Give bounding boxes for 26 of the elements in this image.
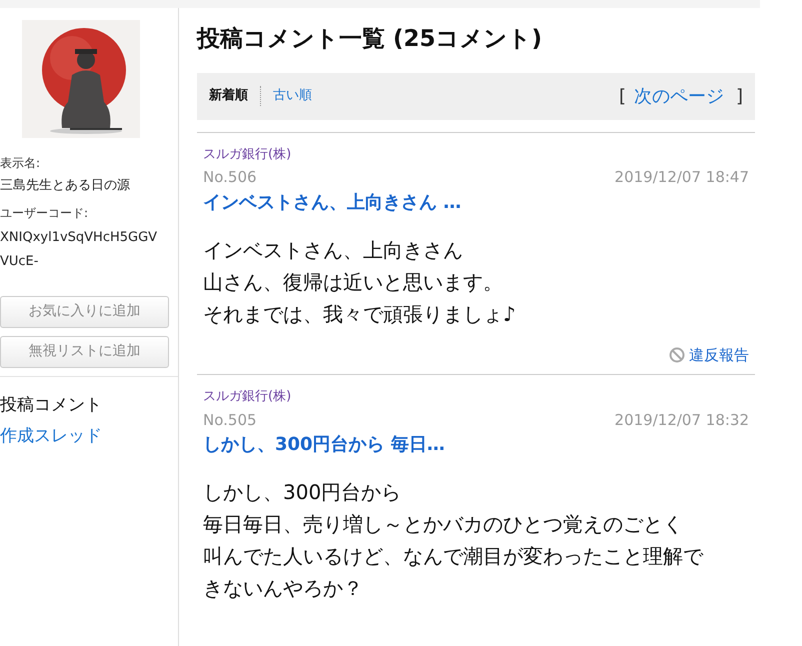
comment-date: 2019/12/07 18:32	[614, 410, 749, 431]
user-code: XNIQxyl1vSqVHcH5GGVVUcE-	[0, 228, 158, 270]
sort-tab[interactable]: 新着順	[209, 86, 260, 106]
field-label: 表示名:	[0, 155, 42, 172]
comment-date: 2019/12/07 18:47	[614, 167, 749, 188]
sidebar-link[interactable]: 投稿コメント	[0, 392, 178, 418]
report-link[interactable]: 違反報告	[689, 344, 749, 366]
add-button[interactable]: 無視リストに追加	[0, 336, 169, 368]
board-link[interactable]: スルガ銀行(株)	[203, 389, 292, 404]
page-title: 投稿コメント一覧 (25コメント)	[197, 26, 544, 54]
board-link[interactable]: スルガ銀行(株)	[203, 146, 292, 162]
sidebar-link[interactable]: 作成スレッド	[0, 424, 178, 450]
bracket: ]	[736, 84, 743, 109]
display-name: 三島先生とある日の源	[0, 177, 131, 195]
field-label: ユーザーコード:	[0, 204, 90, 222]
comment-number: No.505	[203, 410, 257, 431]
add-button[interactable]: お気に入りに追加	[0, 296, 169, 328]
comment-body: インベストさん、上向きさん 山さん、復帰は近いと思います。 それまでは、我々で頑張りましょ♪	[203, 236, 517, 328]
comment-title[interactable]: インベストさん、上向きさん …	[203, 188, 749, 216]
next-page-link[interactable]: 次のページ	[634, 82, 724, 110]
comment-number: No.506	[203, 167, 257, 188]
comment-body: しかし、300円台から 毎日毎日、売り増し～とかバカのひとつ覚えのごとく 叫んでた人いるけど、なんで潮目が変わったこと理解で きないんやろか？	[203, 479, 704, 602]
sort-tab[interactable]: 古い順	[260, 86, 324, 106]
prohibited-icon	[669, 346, 685, 363]
comment-title[interactable]: しかし、300円台から 毎日…	[203, 431, 749, 458]
bracket: [	[618, 84, 626, 109]
